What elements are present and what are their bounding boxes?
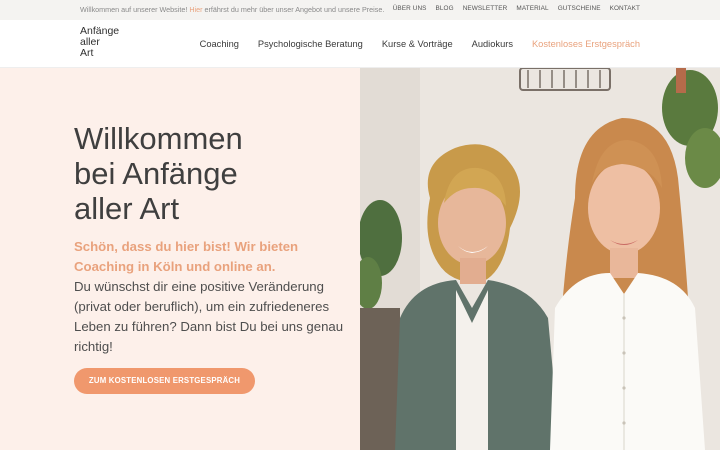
nav-psychological-counseling[interactable]: Psychologische Beratung [258, 39, 363, 49]
hero-photo [360, 68, 720, 450]
top-nav-blog[interactable]: BLOG [436, 5, 454, 12]
main-nav: Coaching Psychologische Beratung Kurse &… [200, 39, 640, 49]
top-nav-newsletter[interactable]: NEWSLETTER [463, 5, 508, 12]
welcome-message: Willkommen auf unserer Website! Hier erf… [80, 5, 384, 14]
top-bar: Willkommen auf unserer Website! Hier erf… [0, 0, 720, 20]
top-nav-material[interactable]: MATERIAL [516, 5, 548, 12]
hero-title-line-1: Willkommen [74, 121, 243, 156]
welcome-text-start: Willkommen auf unserer Website! [80, 5, 188, 14]
hero-description: Du wünschst dir eine positive Veränderun… [74, 279, 344, 354]
free-consultation-button[interactable]: ZUM KOSTENLOSEN ERSTGESPRÄCH [74, 368, 255, 394]
top-nav: ÜBER UNS BLOG NEWSLETTER MATERIAL GUTSCH… [393, 5, 640, 12]
hero-title-line-2: bei Anfänge [74, 156, 238, 191]
site-header: Anfänge aller Art Coaching Psychologisch… [0, 20, 720, 68]
welcome-link[interactable]: Hier [189, 5, 202, 14]
top-nav-vouchers[interactable]: GUTSCHEINE [558, 5, 601, 12]
hero-title: Willkommen bei Anfänge aller Art [74, 121, 344, 226]
coaches-photo-illustration [360, 68, 720, 450]
logo-line-3: Art [80, 47, 94, 59]
logo[interactable]: Anfänge aller Art [80, 26, 130, 59]
top-nav-contact[interactable]: KONTAKT [610, 5, 640, 12]
hero-title-line-3: aller Art [74, 191, 180, 226]
hero-subtitle: Schön, dass du hier bist! Wir bieten Coa… [74, 239, 299, 274]
nav-audio-course[interactable]: Audiokurs [472, 39, 513, 49]
nav-free-consultation[interactable]: Kostenloses Erstgespräch [532, 39, 640, 49]
welcome-text-end: erfährst du mehr über unser Angebot und … [204, 5, 385, 14]
nav-coaching[interactable]: Coaching [200, 39, 239, 49]
nav-courses-talks[interactable]: Kurse & Vorträge [382, 39, 453, 49]
top-nav-about[interactable]: ÜBER UNS [393, 5, 427, 12]
